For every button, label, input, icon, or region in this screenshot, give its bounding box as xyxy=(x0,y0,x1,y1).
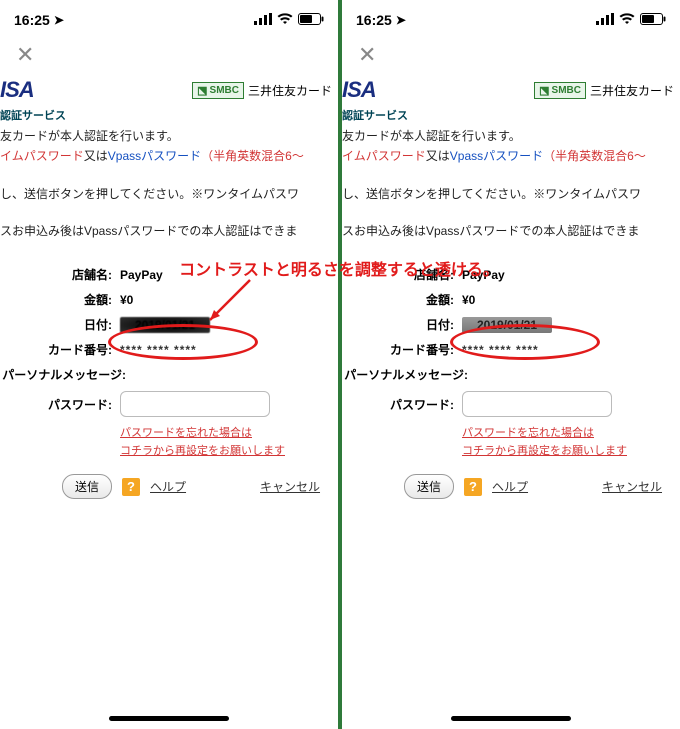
visa-logo-fragment: ISA xyxy=(0,77,34,103)
label-personal-message: パーソナルメッセージ: xyxy=(342,366,472,383)
submit-button[interactable]: 送信 xyxy=(62,474,112,499)
smbc-brand: ⬔SMBC 三井住友カード xyxy=(192,82,332,99)
value-date-masked: 2019/01/21 xyxy=(116,317,210,333)
status-bar: 16:25 ➤ xyxy=(342,0,680,36)
label-amount: 金額: xyxy=(342,291,458,308)
signal-icon xyxy=(254,12,272,28)
leaf-icon: ⬔ xyxy=(197,84,207,97)
battery-icon xyxy=(298,12,324,28)
battery-icon xyxy=(640,12,666,28)
value-amount: ¥0 xyxy=(458,293,475,307)
submit-button[interactable]: 送信 xyxy=(404,474,454,499)
status-time: 16:25 xyxy=(356,12,392,28)
value-store: PayPay xyxy=(116,268,163,282)
help-icon[interactable]: ? xyxy=(122,478,140,496)
text-line-3: し、送信ボタンを押してください。※ワンタイムパスワ xyxy=(0,185,334,205)
close-icon[interactable]: ✕ xyxy=(16,44,38,66)
visa-logo-fragment: ISA xyxy=(342,77,376,103)
status-bar: 16:25 ➤ xyxy=(0,0,338,36)
location-icon: ➤ xyxy=(54,13,64,27)
label-password: パスワード: xyxy=(342,396,458,413)
link-reset-password[interactable]: コチラから再設定をお願いします xyxy=(462,443,672,461)
help-link[interactable]: ヘルプ xyxy=(150,478,186,495)
smbc-brand: ⬔SMBC 三井住友カード xyxy=(534,82,674,99)
wifi-icon xyxy=(277,12,293,28)
label-password: パスワード: xyxy=(0,396,116,413)
value-card: **** **** **** xyxy=(116,343,197,357)
home-indicator xyxy=(109,716,229,721)
text-line-3: し、送信ボタンを押してください。※ワンタイムパスワ xyxy=(342,185,676,205)
close-icon[interactable]: ✕ xyxy=(358,44,380,66)
location-icon: ➤ xyxy=(396,13,406,27)
label-store: 店舗名: xyxy=(342,266,458,283)
password-input[interactable] xyxy=(462,391,612,417)
text-line-1: 友カードが本人認証を行います。 xyxy=(342,127,676,147)
service-label: 認証サービス xyxy=(0,107,338,123)
help-icon[interactable]: ? xyxy=(464,478,482,496)
wifi-icon xyxy=(619,12,635,28)
label-card: カード番号: xyxy=(0,341,116,358)
password-input[interactable] xyxy=(120,391,270,417)
service-label: 認証サービス xyxy=(342,107,680,123)
label-amount: 金額: xyxy=(0,291,116,308)
value-store: PayPay xyxy=(458,268,505,282)
link-reset-password[interactable]: コチラから再設定をお願いします xyxy=(120,443,330,461)
cancel-link[interactable]: キャンセル xyxy=(602,478,662,495)
text-line-4: スお申込み後はVpassパスワードでの本人認証はできま xyxy=(342,222,676,242)
pane-before: 16:25 ➤ ✕ ISA ⬔SMBC 三井住友カード xyxy=(0,0,338,729)
comparison-container: 16:25 ➤ ✕ ISA ⬔SMBC 三井住友カード xyxy=(0,0,680,729)
text-line-1: 友カードが本人認証を行います。 xyxy=(0,127,334,147)
value-date-revealed: 2019/01/21 xyxy=(458,317,552,333)
text-line-4: スお申込み後はVpassパスワードでの本人認証はできま xyxy=(0,222,334,242)
cancel-link[interactable]: キャンセル xyxy=(260,478,320,495)
home-indicator xyxy=(451,716,571,721)
link-forgot-password[interactable]: パスワードを忘れた場合は xyxy=(120,425,330,443)
text-line-2: イムパスワード又はVpassパスワード（半角英数混合6～ xyxy=(342,147,676,167)
pane-after: 16:25 ➤ ✕ ISA ⬔SMBC 三井住友カード xyxy=(342,0,680,729)
label-store: 店舗名: xyxy=(0,266,116,283)
text-line-2: イムパスワード又はVpassパスワード（半角英数混合6～ xyxy=(0,147,334,167)
value-amount: ¥0 xyxy=(116,293,133,307)
leaf-icon: ⬔ xyxy=(539,84,549,97)
signal-icon xyxy=(596,12,614,28)
label-personal-message: パーソナルメッセージ: xyxy=(0,366,130,383)
link-forgot-password[interactable]: パスワードを忘れた場合は xyxy=(462,425,672,443)
status-time: 16:25 xyxy=(14,12,50,28)
help-link[interactable]: ヘルプ xyxy=(492,478,528,495)
label-card: カード番号: xyxy=(342,341,458,358)
label-date: 日付: xyxy=(342,316,458,333)
value-card: **** **** **** xyxy=(458,343,539,357)
label-date: 日付: xyxy=(0,316,116,333)
